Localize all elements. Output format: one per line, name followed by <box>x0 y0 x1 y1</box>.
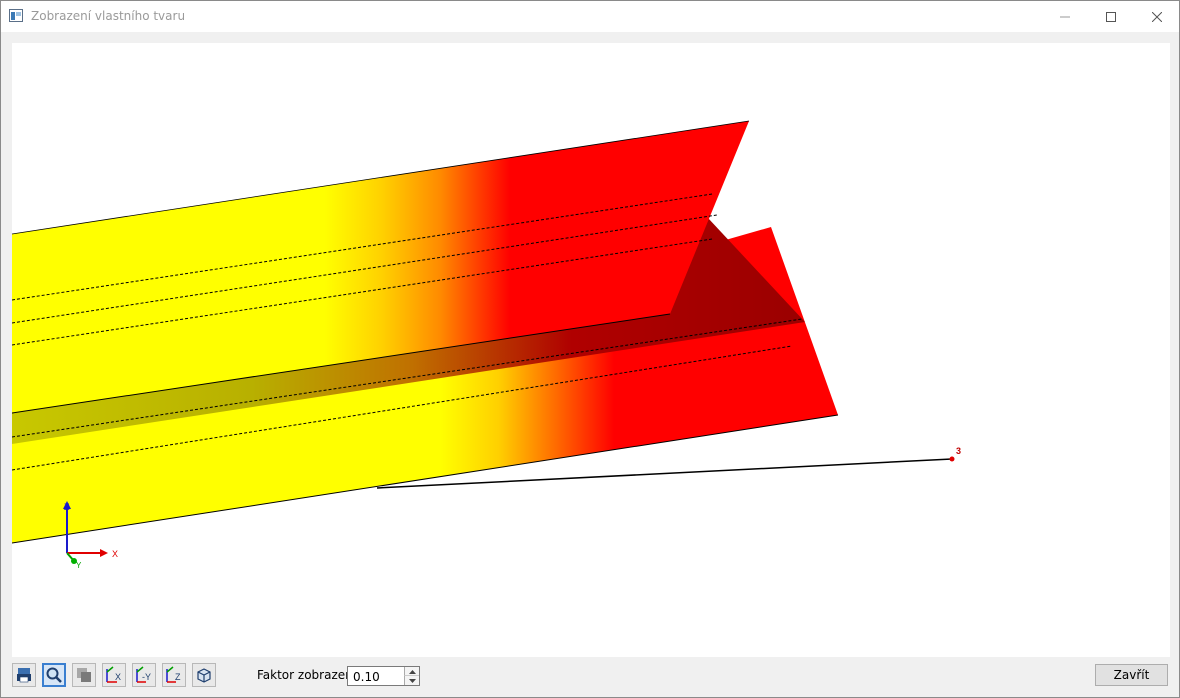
factor-input[interactable]: 0.10 <box>353 670 380 684</box>
isometric-view-icon <box>197 668 211 683</box>
print-icon <box>17 668 31 683</box>
view-z-icon: Z <box>166 666 181 683</box>
chevron-up-icon <box>408 669 416 674</box>
axis-x-label: X <box>112 549 118 559</box>
factor-decrement-button[interactable] <box>404 675 419 685</box>
chevron-down-icon <box>408 678 416 683</box>
factor-label: Faktor zobrazení: <box>257 668 361 682</box>
model-viewport[interactable]: 3 Z X Y <box>12 43 1170 657</box>
window-title: Zobrazení vlastního tvaru <box>31 9 186 23</box>
render-mode-button[interactable] <box>72 663 96 687</box>
factor-stepper[interactable]: 0.10 <box>347 666 420 686</box>
view-z-label: Z <box>175 672 181 682</box>
close-window-button[interactable] <box>1134 1 1180 32</box>
maximize-button[interactable] <box>1088 1 1134 32</box>
minimize-button[interactable] <box>1042 1 1088 32</box>
view-minus-y-label: -Y <box>142 672 151 682</box>
isometric-view-button[interactable] <box>192 663 216 687</box>
view-x-icon: X <box>106 666 121 683</box>
view-minus-y-button[interactable]: -Y <box>132 663 156 687</box>
title-bar[interactable]: Zobrazení vlastního tvaru <box>1 1 1179 32</box>
render-mode-icon <box>77 668 91 682</box>
minimize-icon <box>1060 16 1070 17</box>
app-icon <box>9 9 23 22</box>
close-icon <box>1152 11 1162 22</box>
view-minus-y-icon: -Y <box>136 666 151 683</box>
axis-z-label: Z <box>64 502 70 512</box>
view-x-button[interactable]: X <box>102 663 126 687</box>
zoom-icon <box>46 667 62 683</box>
close-dialog-button[interactable]: Zavřít <box>1095 664 1168 686</box>
print-button[interactable] <box>12 663 36 687</box>
axis-y-label: Y <box>76 561 82 570</box>
node-label: 3 <box>956 446 961 456</box>
zoom-button[interactable] <box>42 663 66 687</box>
view-z-button[interactable]: Z <box>162 663 186 687</box>
view-x-label: X <box>115 672 121 682</box>
maximize-icon <box>1106 11 1116 22</box>
dialog-window: Zobrazení vlastního tvaru 3 Z X Y X -Y Z… <box>0 0 1180 698</box>
